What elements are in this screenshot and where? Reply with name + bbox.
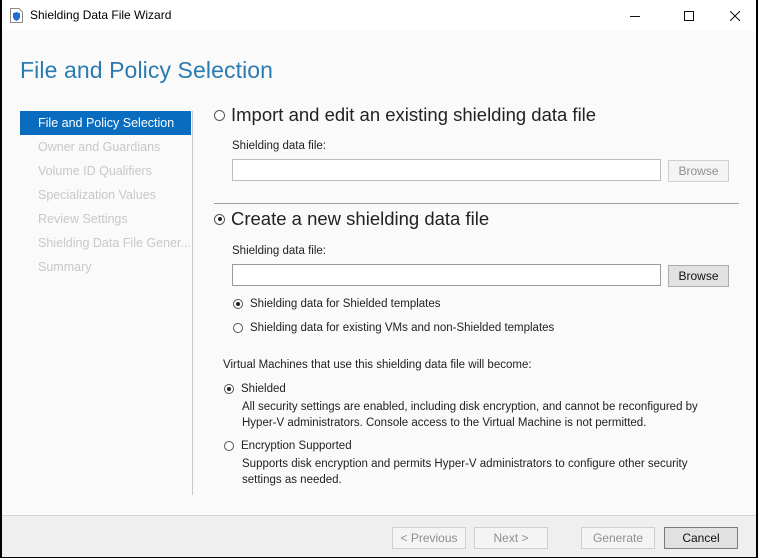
create-new-radio-option[interactable]: Create a new shielding data file — [214, 208, 489, 230]
existing-vms-label: Shielding data for existing VMs and non-… — [250, 322, 555, 334]
wizard-window: Shielding Data File Wizard File and Poli… — [2, 0, 756, 557]
existing-vms-radio[interactable] — [233, 323, 243, 333]
wizard-step-nav: File and Policy Selection Owner and Guar… — [20, 111, 191, 279]
import-file-label: Shielding data file: — [232, 140, 326, 152]
vm-policy-heading: Virtual Machines that use this shielding… — [223, 359, 532, 371]
shielded-templates-radio[interactable] — [233, 299, 243, 309]
import-file-input[interactable] — [232, 159, 661, 181]
nav-step-owner-and-guardians: Owner and Guardians — [38, 140, 161, 154]
create-browse-button[interactable]: Browse — [668, 265, 729, 287]
close-icon — [730, 10, 740, 21]
generate-button[interactable]: Generate — [581, 527, 655, 549]
encryption-supported-radio[interactable] — [224, 441, 234, 451]
cancel-button[interactable]: Cancel — [664, 527, 738, 549]
maximize-icon — [684, 10, 694, 21]
maximize-button[interactable] — [666, 0, 712, 31]
nav-divider — [192, 111, 193, 495]
nav-step-volume-id-qualifiers: Volume ID Qualifiers — [38, 164, 152, 178]
previous-button[interactable]: < Previous — [392, 527, 466, 549]
encryption-description-line: settings as needed. — [242, 474, 342, 486]
shielded-templates-label: Shielding data for Shielded templates — [250, 298, 441, 310]
shielded-policy-option[interactable]: Shielded — [224, 383, 286, 395]
window-title: Shielding Data File Wizard — [30, 8, 172, 22]
nav-step-specialization-values: Specialization Values — [38, 188, 156, 202]
nav-step-shielding-data-file-generation: Shielding Data File Gener... — [38, 236, 191, 250]
create-new-label: Create a new shielding data file — [231, 208, 490, 229]
nav-step-summary: Summary — [38, 260, 92, 274]
shielded-description-line: Hyper-V administrators. Console access t… — [242, 417, 647, 429]
minimize-button[interactable] — [612, 0, 658, 31]
import-existing-label: Import and edit an existing shielding da… — [231, 104, 597, 125]
encryption-supported-description: Supports disk encryption and permits Hyp… — [242, 456, 688, 488]
shielded-templates-option[interactable]: Shielding data for Shielded templates — [233, 298, 441, 310]
section-divider — [214, 203, 739, 204]
minimize-icon — [630, 15, 640, 17]
create-file-label: Shielding data file: — [232, 245, 326, 257]
import-existing-radio[interactable] — [214, 109, 225, 121]
nav-step-file-and-policy-selection[interactable]: File and Policy Selection — [20, 111, 191, 135]
existing-vms-option[interactable]: Shielding data for existing VMs and non-… — [233, 322, 554, 334]
import-browse-button[interactable]: Browse — [668, 160, 729, 182]
close-button[interactable] — [712, 0, 758, 31]
encryption-supported-label: Encryption Supported — [241, 440, 352, 452]
encryption-description-line: Supports disk encryption and permits Hyp… — [242, 458, 688, 470]
import-existing-radio-option[interactable]: Import and edit an existing shielding da… — [214, 104, 596, 126]
shielded-policy-radio[interactable] — [224, 384, 234, 394]
page-title: File and Policy Selection — [20, 57, 274, 83]
shield-app-icon — [10, 8, 23, 23]
encryption-supported-option[interactable]: Encryption Supported — [224, 440, 352, 452]
create-file-input[interactable] — [232, 264, 661, 286]
shielded-policy-label: Shielded — [241, 383, 286, 395]
shielded-description-line: All security settings are enabled, inclu… — [242, 401, 698, 413]
shielded-policy-description: All security settings are enabled, inclu… — [242, 399, 698, 431]
create-new-radio[interactable] — [214, 213, 225, 225]
wizard-footer: < Previous Next > Generate Cancel — [2, 515, 756, 557]
title-bar: Shielding Data File Wizard — [2, 0, 756, 31]
next-button[interactable]: Next > — [474, 527, 548, 549]
nav-step-review-settings: Review Settings — [38, 212, 128, 226]
